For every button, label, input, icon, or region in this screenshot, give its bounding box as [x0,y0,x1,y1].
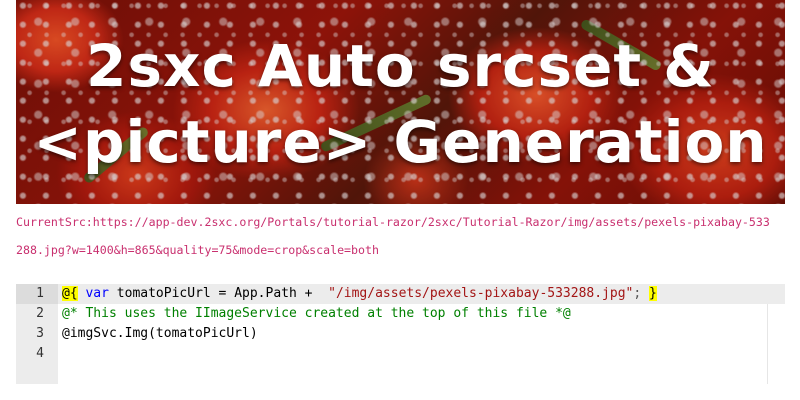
semicolon: ; [633,286,642,301]
current-src-output: CurrentSrc:https://app-dev.2sxc.org/Port… [16,208,776,264]
razor-comment: @* This uses the IImageService created a… [62,306,571,321]
hero-title-line-1: 2sxc Auto srcset & [86,32,715,100]
current-src-label: CurrentSrc: [16,215,93,229]
line-number: 4 [36,346,44,361]
hero-banner: 2sxc Auto srcset & <picture> Generation [16,0,785,204]
keyword-var: var [85,286,109,301]
line-number: 2 [36,306,44,321]
code-line-3[interactable]: @imgSvc.Img(tomatoPicUrl) [58,324,767,344]
code-area[interactable]: @{ var tomatoPicUrl = App.Path + "/img/a… [58,284,785,384]
line-number-gutter: 1 2 3 4 [16,284,58,384]
current-src-url: https://app-dev.2sxc.org/Portals/tutoria… [16,215,770,257]
line-number: 3 [36,326,44,341]
hero-title: 2sxc Auto srcset & <picture> Generation [16,28,785,180]
line-number: 1 [16,284,58,304]
razor-open-brace: @{ [62,286,78,301]
code-editor[interactable]: 1 2 3 4 @{ var tomatoPicUrl = App.Path +… [16,284,785,384]
code-line-1[interactable]: @{ var tomatoPicUrl = App.Path + "/img/a… [58,284,785,304]
variable-declaration: tomatoPicUrl = App.Path + [116,286,329,301]
razor-close-brace: } [649,286,657,301]
img-service-call: @imgSvc.Img(tomatoPicUrl) [62,326,258,341]
code-line-4[interactable] [58,344,767,364]
path-string: "/img/assets/pexels-pixabay-533288.jpg" [328,286,634,301]
hero-title-line-2: <picture> Generation [33,108,768,176]
code-line-2[interactable]: @* This uses the IImageService created a… [58,304,767,324]
